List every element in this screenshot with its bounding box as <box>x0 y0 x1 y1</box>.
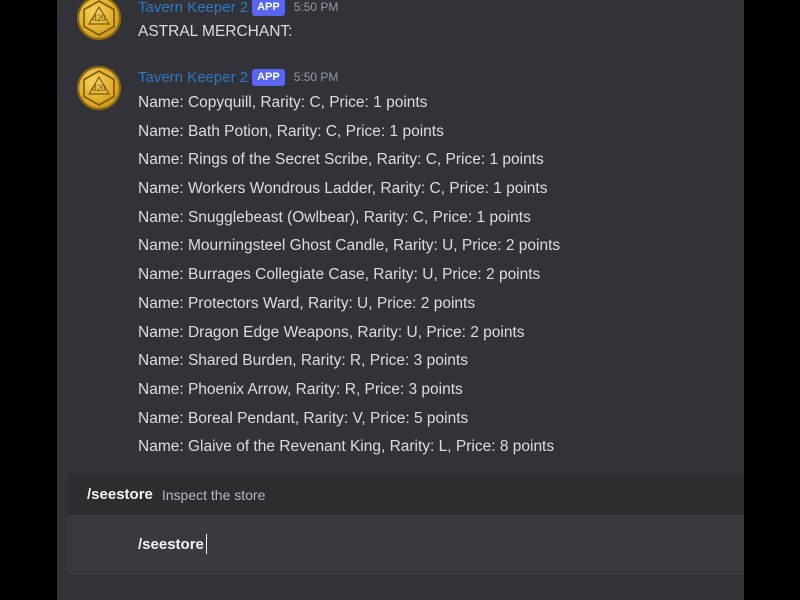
message-composer[interactable]: /seestore <box>67 515 744 575</box>
message-line: ASTRAL MERCHANT: <box>138 23 293 40</box>
store-item-line: Name: Phoenix Arrow, Rarity: R, Price: 3… <box>138 380 463 398</box>
command-description: Inspect the store <box>161 486 266 503</box>
author-name[interactable]: Tavern Keeper 2 <box>138 69 248 86</box>
avatar-label: d20 <box>92 13 106 23</box>
store-item-line: Name: Shared Burden, Rarity: R, Price: 3… <box>138 352 468 370</box>
timestamp: 5:50 PM <box>293 0 339 14</box>
bottom-spacer <box>57 575 744 600</box>
d20-icon: d20 <box>83 70 115 106</box>
app-badge: APP <box>252 68 285 86</box>
store-item-line: Name: Boreal Pendant, Rarity: V, Price: … <box>138 409 469 427</box>
app-badge: APP <box>252 0 285 16</box>
store-item-line: Name: Snugglebeast (Owlbear), Rarity: C,… <box>138 208 531 226</box>
store-item-line: Name: Bath Potion, Rarity: C, Price: 1 p… <box>138 122 444 140</box>
store-item-line: Name: Glaive of the Revenant King, Rarit… <box>138 438 555 456</box>
store-item-line: Name: Copyquill, Rarity: C, Price: 1 poi… <box>138 94 428 111</box>
store-item-line: Name: Rings of the Secret Scribe, Rarity… <box>138 151 544 169</box>
avatar[interactable]: d20 <box>77 0 121 40</box>
store-item-line: Name: Mourningsteel Ghost Candle, Rarity… <box>138 237 561 255</box>
store-item-line: Name: Burrages Collegiate Case, Rarity: … <box>138 266 541 284</box>
avatar[interactable]: d20 <box>77 66 121 110</box>
message-input[interactable]: /seestore <box>138 532 207 556</box>
store-item-line: Name: Protectors Ward, Rarity: U, Price:… <box>138 294 476 312</box>
command-name: /seestore <box>87 486 153 503</box>
text-caret <box>205 534 207 554</box>
avatar-label: d20 <box>92 83 106 93</box>
timestamp: 5:50 PM <box>293 70 339 84</box>
d20-icon: d20 <box>83 0 115 36</box>
command-suggestion[interactable]: /seestore Inspect the store <box>67 474 744 515</box>
chat-viewport: d20 Tavern Keeper 2 APP 5:50 PM ASTRAL M… <box>57 0 744 600</box>
message-header: Tavern Keeper 2 APP 5:50 PM <box>138 0 338 18</box>
author-name[interactable]: Tavern Keeper 2 <box>138 0 248 16</box>
message-content: Name: Copyquill, Rarity: C, Price: 1 poi… <box>138 89 560 462</box>
message-header: Tavern Keeper 2 APP 5:50 PM <box>138 66 338 88</box>
message-content: ASTRAL MERCHANT: <box>138 18 292 47</box>
store-item-line: Name: Workers Wondrous Ladder, Rarity: C… <box>138 180 548 198</box>
store-item-line: Name: Dragon Edge Weapons, Rarity: U, Pr… <box>138 323 525 341</box>
message-input-value: /seestore <box>138 535 204 553</box>
